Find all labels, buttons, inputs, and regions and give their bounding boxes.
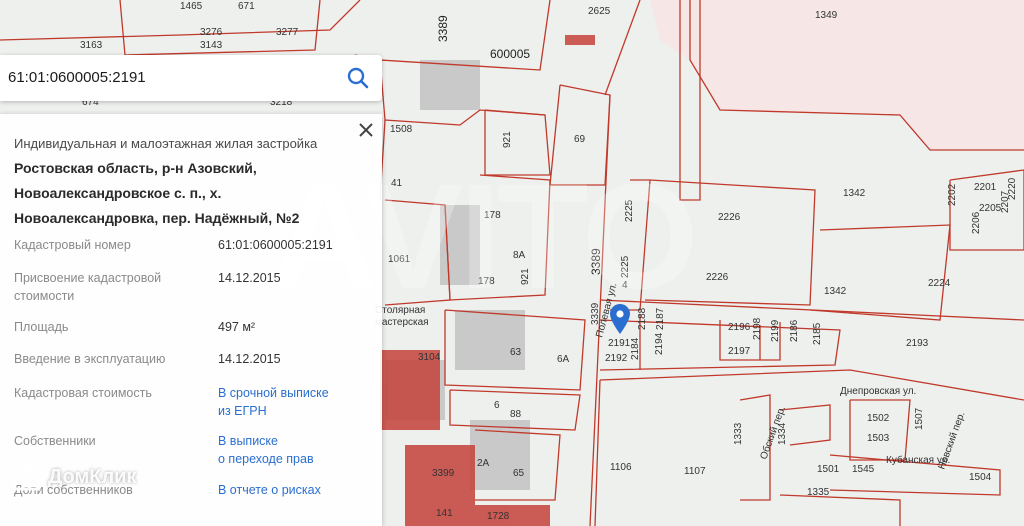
- parcel-label: 2А: [477, 458, 490, 469]
- area-label: Площадь: [14, 320, 69, 334]
- parcel-label: 4: [622, 280, 628, 291]
- parcel-label: 2205: [979, 203, 1002, 214]
- parcel-label: 2193: [906, 338, 929, 349]
- parcel-label: 2187: [655, 307, 666, 330]
- parcel-label: 41: [391, 178, 403, 189]
- parcel-label: 88: [510, 409, 522, 420]
- cadastral-number-value: 61:01:0600005:2191: [218, 238, 333, 252]
- parcel-label: 178: [484, 210, 501, 221]
- parcel-label: 921: [502, 131, 513, 148]
- parcel-label: 1503: [867, 433, 890, 444]
- parcel-label: 1504: [969, 472, 992, 483]
- parcel-label: 3276: [200, 27, 223, 38]
- cadastral-value-label: Кадастровая стоимость: [14, 386, 152, 400]
- parcel-label: 2224: [928, 278, 951, 289]
- parcel-label: 2194: [654, 332, 665, 355]
- commissioning-label: Введение в эксплуатацию: [14, 352, 166, 366]
- address-line: Новоалександровка, пер. Надёжный, №2: [14, 210, 300, 226]
- domclick-watermark: ДомКлик: [12, 462, 136, 492]
- valuation-date-value: 14.12.2015: [218, 271, 281, 285]
- address-line: Новоалександровское с. п., х.: [14, 185, 222, 201]
- parcel-label: 3143: [200, 40, 223, 51]
- parcel-label: 1501: [817, 464, 840, 475]
- risk-report-link[interactable]: В отчете о рисках: [218, 481, 378, 499]
- parcel-label: 141: [436, 508, 453, 519]
- parcel-label: 178: [478, 276, 495, 287]
- parcel-label: 1342: [843, 188, 866, 199]
- house-logo-icon: [13, 463, 41, 491]
- parcel-label: Днепровская ул.: [840, 386, 916, 397]
- parcel-label: 2184: [630, 337, 641, 360]
- search-icon[interactable]: [344, 64, 372, 92]
- parcel-label: 1349: [815, 10, 838, 21]
- valuation-date-label: Присвоение кадастровой стоимости: [14, 271, 162, 303]
- parcel-label: 3104: [418, 352, 441, 363]
- parcel-label: 1342: [824, 286, 847, 297]
- parcel-label: 1107: [684, 466, 706, 477]
- land-category: Индивидуальная и малоэтажная жилая застр…: [14, 136, 318, 151]
- parcel-label: 65: [513, 468, 525, 479]
- parcel-label: 1728: [487, 511, 510, 522]
- search-input[interactable]: 61:01:0600005:2191: [8, 69, 146, 86]
- parcel-label: 2226: [718, 212, 741, 223]
- parcel-label: 3389: [436, 15, 450, 42]
- parcel-label: 2201: [974, 182, 997, 193]
- parcel-label: 2198: [752, 317, 763, 340]
- parcel-label: 2225: [620, 255, 631, 278]
- parcel-label: 2220: [1007, 177, 1018, 200]
- parcel-label: 69: [574, 134, 586, 145]
- parcel-label: 2202: [947, 183, 958, 206]
- cadastral-value-link[interactable]: В срочной выписке из ЕГРН: [218, 384, 378, 420]
- parcel-label: 921: [520, 268, 531, 285]
- owners-link[interactable]: В выписке о переходе прав: [218, 432, 378, 468]
- parcel-label: 2196: [728, 322, 751, 333]
- parcel-label: 600005: [490, 47, 530, 61]
- parcel-label: 6: [494, 400, 500, 411]
- parcel-label: 3399: [432, 468, 455, 479]
- parcel-label: 2188: [637, 307, 648, 330]
- close-icon[interactable]: [356, 120, 376, 140]
- parcel-label: 2186: [789, 319, 800, 342]
- area-value: 497 м²: [218, 320, 256, 334]
- parcel-label: 1507: [914, 407, 925, 430]
- parcel-label: 1333: [733, 422, 744, 445]
- parcel-label: 2625: [588, 6, 611, 17]
- parcel-label: 1545: [852, 464, 875, 475]
- parcel-label: мастерская: [375, 317, 429, 328]
- parcel-label: 2191: [608, 338, 631, 349]
- parcel-label: 6А: [557, 354, 570, 365]
- cadastral-number-label: Кадастровый номер: [14, 238, 131, 252]
- parcel-label: 2199: [770, 319, 781, 342]
- parcel-label: 2226: [706, 272, 729, 283]
- parcel-label: 1465: [180, 1, 203, 12]
- parcel-label: 1335: [807, 487, 830, 498]
- parcel-label: 2197: [728, 346, 751, 357]
- search-box[interactable]: 61:01:0600005:2191: [0, 55, 382, 101]
- parcel-label: 3389: [589, 248, 603, 275]
- parcel-label: 1502: [867, 413, 890, 424]
- parcel-label: 8А: [513, 250, 526, 261]
- owners-label: Собственники: [14, 434, 96, 448]
- parcel-label: 3163: [80, 40, 103, 51]
- parcel-label: 3277: [276, 27, 299, 38]
- parcel-label: 2225: [624, 199, 635, 222]
- parcel-label: 2185: [812, 322, 823, 345]
- parcel-label: 671: [238, 1, 255, 12]
- parcel-label: 63: [510, 347, 522, 358]
- parcel-label: 1106: [610, 462, 632, 473]
- parcel-label: 1061: [388, 254, 411, 265]
- parcel-label: 2192: [605, 353, 628, 364]
- parcel-label: 2206: [971, 211, 982, 234]
- parcel-label: Столярная: [375, 305, 425, 316]
- address-line: Ростовская область, р-н Азовский,: [14, 160, 257, 176]
- parcel-label: 1508: [390, 124, 413, 135]
- commissioning-value: 14.12.2015: [218, 352, 281, 366]
- domclick-brand: ДомКлик: [48, 465, 137, 488]
